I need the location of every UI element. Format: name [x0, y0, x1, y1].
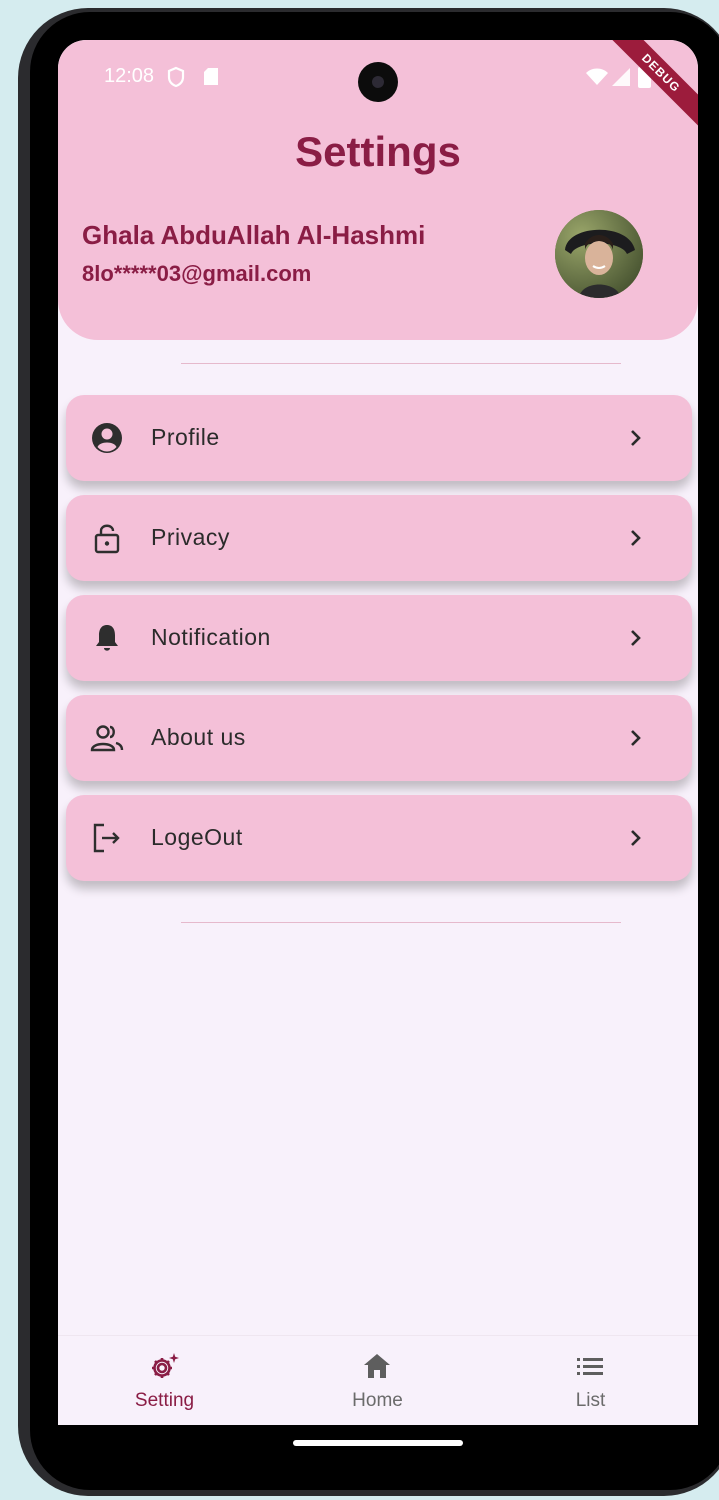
settings-header: 12:08 DEBUG Settings Ghala AbduAllah Al-… — [58, 40, 698, 340]
menu-item-label: Profile — [151, 424, 220, 450]
avatar-photo — [555, 210, 643, 298]
shield-icon — [167, 66, 185, 88]
lock-open-icon — [94, 524, 120, 554]
user-email: 8lo*****03@gmail.com — [82, 261, 312, 286]
wifi-icon — [586, 68, 608, 85]
home-icon — [364, 1354, 390, 1378]
menu-item-notification[interactable]: Notification — [66, 595, 692, 681]
nav-label: List — [575, 1390, 606, 1411]
account-circle-icon — [92, 423, 122, 453]
home-indicator[interactable] — [293, 1440, 463, 1446]
user-name: Ghala AbduAllah Al-Hashmi — [82, 220, 426, 250]
menu-item-privacy[interactable]: Privacy — [66, 495, 692, 581]
chevron-right-icon — [631, 530, 641, 546]
list-icon — [577, 1358, 603, 1375]
menu-item-label: Notification — [151, 624, 271, 650]
bottom-navigation: Setting Home List — [58, 1335, 698, 1425]
status-time: 12:08 — [104, 65, 155, 87]
page-title: Settings — [295, 128, 461, 175]
nav-item-list[interactable]: List — [484, 1336, 697, 1425]
nav-label: Setting — [134, 1390, 195, 1411]
nav-item-setting[interactable]: Setting — [58, 1336, 271, 1425]
chevron-right-icon — [631, 830, 641, 846]
logout-icon — [93, 823, 120, 853]
nav-label: Home — [352, 1390, 403, 1411]
menu-item-profile[interactable]: Profile — [66, 395, 692, 481]
sd-card-icon — [204, 68, 218, 85]
menu-item-label: Privacy — [151, 524, 230, 550]
front-camera — [358, 62, 398, 102]
bottom-divider — [181, 922, 621, 923]
app-screen: 12:08 DEBUG Settings Ghala AbduAllah Al-… — [58, 40, 698, 1425]
chevron-right-icon — [631, 430, 641, 446]
menu-item-label: About us — [151, 724, 246, 750]
chevron-right-icon — [631, 730, 641, 746]
top-divider — [181, 363, 621, 364]
menu-item-about-us[interactable]: About us — [66, 695, 692, 781]
chevron-right-icon — [631, 630, 641, 646]
menu-item-logout[interactable]: LogeOut — [66, 795, 692, 881]
bell-icon — [96, 625, 118, 651]
people-icon — [90, 725, 124, 752]
settings-sparkle-icon — [152, 1353, 179, 1378]
avatar[interactable] — [555, 210, 643, 298]
menu-item-label: LogeOut — [151, 824, 243, 850]
signal-icon — [612, 68, 630, 86]
nav-item-home[interactable]: Home — [271, 1336, 484, 1425]
